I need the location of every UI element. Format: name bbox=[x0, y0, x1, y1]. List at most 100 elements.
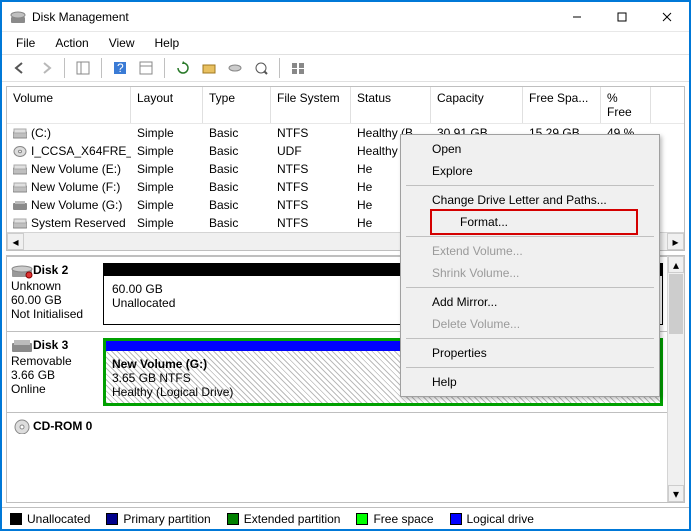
disk-row-cdrom: CD-ROM 0 bbox=[7, 412, 667, 434]
col-capacity[interactable]: Capacity bbox=[431, 87, 523, 123]
show-hide-tree-button[interactable] bbox=[71, 57, 95, 79]
refresh-button[interactable] bbox=[171, 57, 195, 79]
volume-layout: Simple bbox=[131, 215, 203, 231]
swatch-primary bbox=[106, 513, 118, 525]
cdrom-icon bbox=[11, 419, 33, 434]
new-folder-button[interactable] bbox=[197, 57, 221, 79]
volume-list-header: Volume Layout Type File System Status Ca… bbox=[7, 87, 684, 124]
volume-fs: NTFS bbox=[271, 179, 351, 195]
toolbar-separator bbox=[64, 58, 65, 78]
col-layout[interactable]: Layout bbox=[131, 87, 203, 123]
col-type[interactable]: Type bbox=[203, 87, 271, 123]
disk-label: Disk 2 Unknown 60.00 GB Not Initialised bbox=[7, 257, 103, 331]
disk-size: 3.66 GB bbox=[11, 368, 97, 382]
svg-text:?: ? bbox=[117, 61, 124, 75]
scroll-right-icon[interactable]: ▸ bbox=[667, 233, 684, 250]
ctx-format[interactable]: Format... bbox=[430, 209, 638, 235]
volume-type: Basic bbox=[203, 161, 271, 177]
vertical-scrollbar[interactable]: ▴ ▾ bbox=[667, 256, 684, 502]
legend-unallocated: Unallocated bbox=[27, 512, 90, 526]
ctx-open[interactable]: Open bbox=[404, 138, 656, 160]
menu-separator bbox=[406, 185, 654, 186]
volume-layout: Simple bbox=[131, 125, 203, 141]
disk-kind: Removable bbox=[11, 354, 97, 368]
ctx-extend: Extend Volume... bbox=[404, 240, 656, 262]
volume-icon bbox=[13, 218, 27, 229]
disk-status: Not Initialised bbox=[11, 307, 97, 321]
volume-name: (C:) bbox=[31, 126, 51, 140]
scan-disks-button[interactable] bbox=[223, 57, 247, 79]
volume-type: Basic bbox=[203, 125, 271, 141]
volume-fs: NTFS bbox=[271, 215, 351, 231]
menu-separator bbox=[406, 367, 654, 368]
ctx-help[interactable]: Help bbox=[404, 371, 656, 393]
disk-label: CD-ROM 0 bbox=[7, 413, 103, 434]
properties-toolbar-button[interactable] bbox=[134, 57, 158, 79]
window-title: Disk Management bbox=[32, 10, 554, 24]
volume-layout: Simple bbox=[131, 143, 203, 159]
ctx-explore[interactable]: Explore bbox=[404, 160, 656, 182]
volume-type: Basic bbox=[203, 215, 271, 231]
ctx-add-mirror[interactable]: Add Mirror... bbox=[404, 291, 656, 313]
disk-name: CD-ROM 0 bbox=[33, 419, 92, 433]
volume-type: Basic bbox=[203, 197, 271, 213]
volume-name: New Volume (G:) bbox=[31, 198, 122, 212]
swatch-extended bbox=[227, 513, 239, 525]
disk-icon bbox=[11, 263, 33, 279]
close-button[interactable] bbox=[644, 2, 689, 32]
menu-separator bbox=[406, 287, 654, 288]
toolbar: ? bbox=[2, 54, 689, 82]
volume-layout: Simple bbox=[131, 161, 203, 177]
col-volume[interactable]: Volume bbox=[7, 87, 131, 123]
titlebar: Disk Management bbox=[2, 2, 689, 32]
disk-status: Online bbox=[11, 382, 97, 396]
menu-action[interactable]: Action bbox=[45, 34, 98, 52]
swatch-free bbox=[356, 513, 368, 525]
col-free[interactable]: Free Spa... bbox=[523, 87, 601, 123]
rescan-button[interactable] bbox=[249, 57, 273, 79]
legend-extended: Extended partition bbox=[244, 512, 341, 526]
swatch-logical bbox=[450, 513, 462, 525]
menubar: File Action View Help bbox=[2, 32, 689, 54]
menu-view[interactable]: View bbox=[99, 34, 145, 52]
maximize-button[interactable] bbox=[599, 2, 644, 32]
minimize-button[interactable] bbox=[554, 2, 599, 32]
scrollbar-thumb[interactable] bbox=[669, 274, 683, 334]
ctx-delete: Delete Volume... bbox=[404, 313, 656, 335]
disk-name: Disk 2 bbox=[33, 263, 68, 277]
volume-icon bbox=[13, 182, 27, 193]
col-status[interactable]: Status bbox=[351, 87, 431, 123]
help-button[interactable]: ? bbox=[108, 57, 132, 79]
ctx-change-letter[interactable]: Change Drive Letter and Paths... bbox=[404, 189, 656, 211]
scroll-down-icon[interactable]: ▾ bbox=[668, 485, 684, 502]
col-filesystem[interactable]: File System bbox=[271, 87, 351, 123]
col-pct[interactable]: % Free bbox=[601, 87, 651, 123]
scroll-left-icon[interactable]: ◂ bbox=[7, 233, 24, 250]
toolbar-separator bbox=[101, 58, 102, 78]
volume-fs: UDF bbox=[271, 143, 351, 159]
legend: Unallocated Primary partition Extended p… bbox=[2, 507, 689, 529]
menu-help[interactable]: Help bbox=[145, 34, 190, 52]
toolbar-separator bbox=[164, 58, 165, 78]
scroll-up-icon[interactable]: ▴ bbox=[668, 256, 684, 273]
volume-fs: NTFS bbox=[271, 161, 351, 177]
ctx-shrink: Shrink Volume... bbox=[404, 262, 656, 284]
ctx-properties[interactable]: Properties bbox=[404, 342, 656, 364]
volume-layout: Simple bbox=[131, 197, 203, 213]
back-button[interactable] bbox=[8, 57, 32, 79]
toolbar-separator bbox=[279, 58, 280, 78]
volume-type: Basic bbox=[203, 179, 271, 195]
volume-fs: NTFS bbox=[271, 125, 351, 141]
volume-icon bbox=[13, 128, 27, 139]
volume-icon bbox=[13, 200, 27, 211]
volume-name: New Volume (E:) bbox=[31, 162, 121, 176]
swatch-unallocated bbox=[10, 513, 22, 525]
forward-button[interactable] bbox=[34, 57, 58, 79]
settings-button[interactable] bbox=[286, 57, 310, 79]
volume-name: New Volume (F:) bbox=[31, 180, 120, 194]
legend-free: Free space bbox=[373, 512, 433, 526]
menu-file[interactable]: File bbox=[6, 34, 45, 52]
volume-icon bbox=[13, 146, 27, 157]
diskmgmt-icon bbox=[10, 9, 26, 25]
menu-separator bbox=[406, 338, 654, 339]
